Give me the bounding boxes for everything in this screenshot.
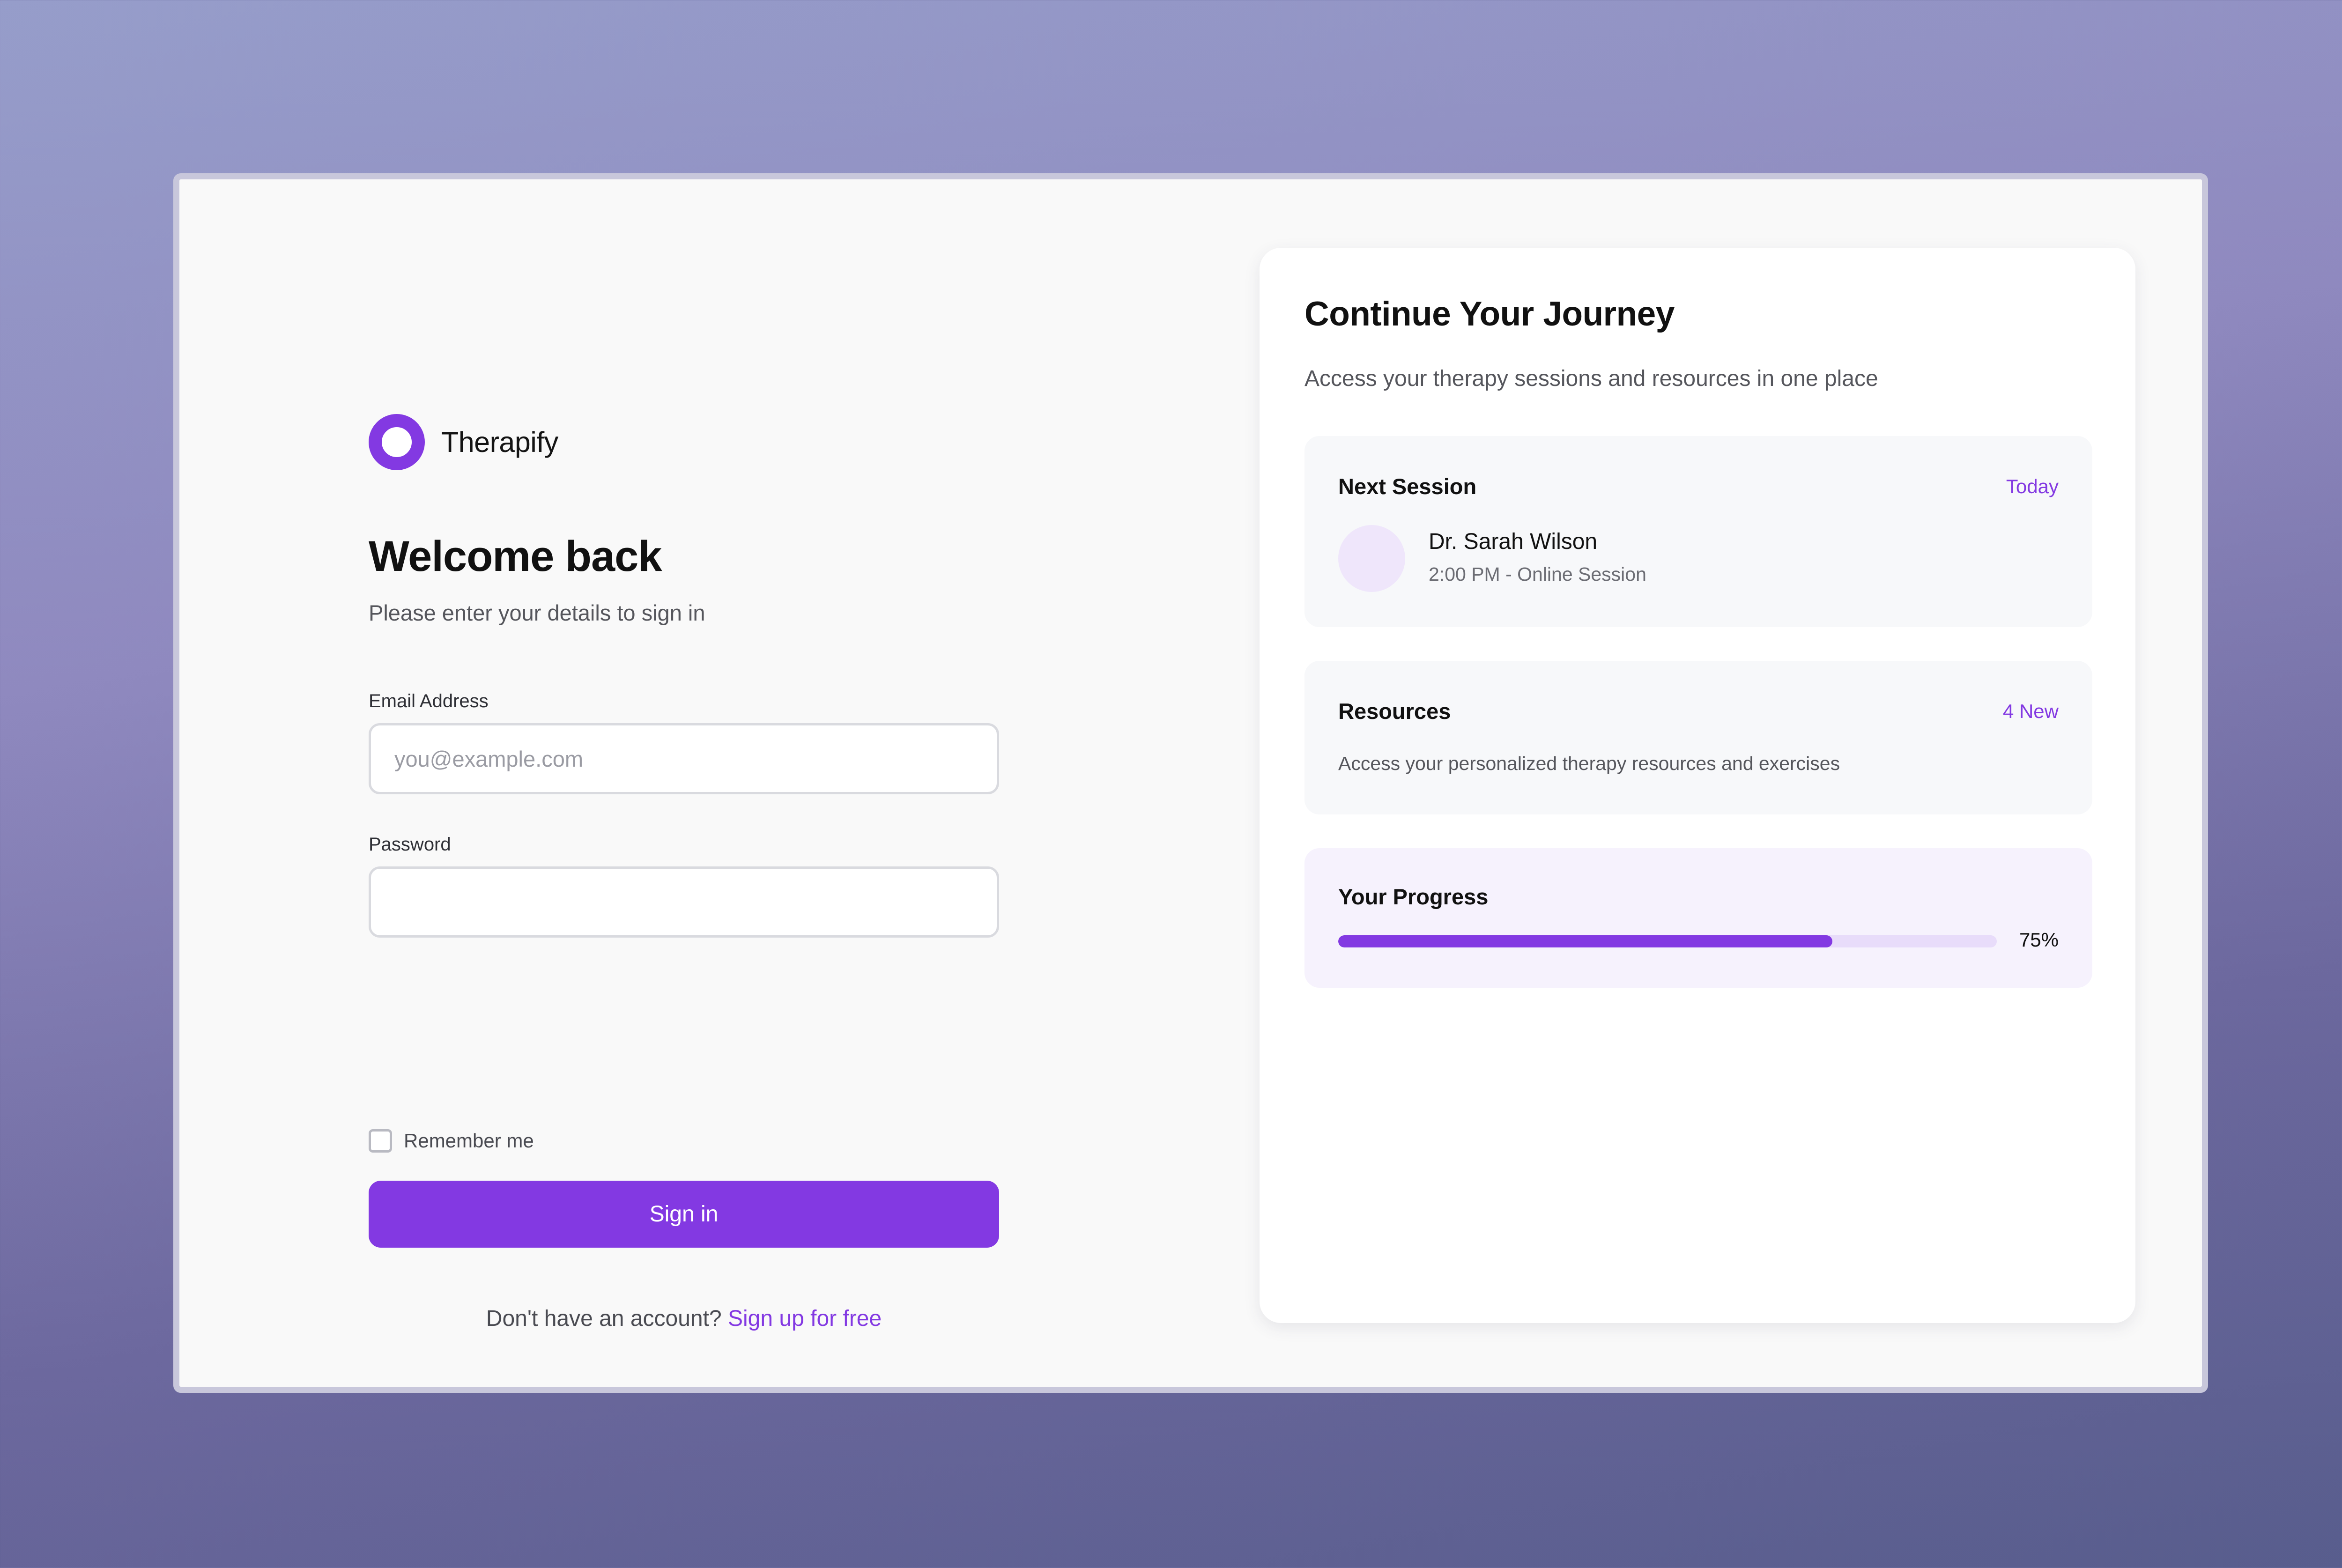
session-time: 2:00 PM - Online Session xyxy=(1429,563,1646,585)
session-date-badge: Today xyxy=(2006,475,2059,497)
journey-subtitle: Access your therapy sessions and resourc… xyxy=(1304,366,1878,391)
next-session-title: Next Session xyxy=(1338,474,1477,499)
doctor-name: Dr. Sarah Wilson xyxy=(1429,529,1598,554)
therapify-logo-icon xyxy=(369,414,425,470)
signup-prompt: Don't have an account? xyxy=(486,1306,722,1331)
journey-panel: Continue Your Journey Access your therap… xyxy=(1260,248,2135,1323)
doctor-avatar xyxy=(1338,525,1405,592)
sign-up-link[interactable]: Sign up for free xyxy=(728,1306,882,1331)
progress-bar-fill xyxy=(1338,935,1832,947)
progress-card: Your Progress 75% xyxy=(1304,848,2092,988)
resources-card[interactable]: Resources 4 New Access your personalized… xyxy=(1304,661,2092,814)
remember-label: Remember me xyxy=(404,1130,534,1152)
page-subtitle: Please enter your details to sign in xyxy=(369,600,705,625)
sign-in-button[interactable]: Sign in xyxy=(369,1181,999,1248)
app-window: Therapify Welcome back Please enter your… xyxy=(173,173,2208,1393)
progress-bar xyxy=(1338,935,1997,947)
resources-description: Access your personalized therapy resourc… xyxy=(1338,753,1840,774)
brand-name: Therapify xyxy=(441,426,558,458)
brand: Therapify xyxy=(369,414,558,470)
password-label: Password xyxy=(369,834,451,855)
password-field[interactable] xyxy=(369,866,999,938)
next-session-card[interactable]: Next Session Today Dr. Sarah Wilson 2:00… xyxy=(1304,436,2092,627)
resources-title: Resources xyxy=(1338,699,1451,724)
remember-me[interactable]: Remember me xyxy=(369,1129,534,1153)
journey-title: Continue Your Journey xyxy=(1304,295,1675,333)
progress-percent: 75% xyxy=(2019,929,2059,951)
progress-title: Your Progress xyxy=(1338,884,1489,909)
page-title: Welcome back xyxy=(369,533,662,580)
resources-new-badge: 4 New xyxy=(2002,700,2059,722)
signup-row: Don't have an account? Sign up for free xyxy=(369,1306,999,1331)
remember-checkbox[interactable] xyxy=(369,1129,392,1153)
email-label: Email Address xyxy=(369,691,489,711)
email-field[interactable] xyxy=(369,723,999,794)
